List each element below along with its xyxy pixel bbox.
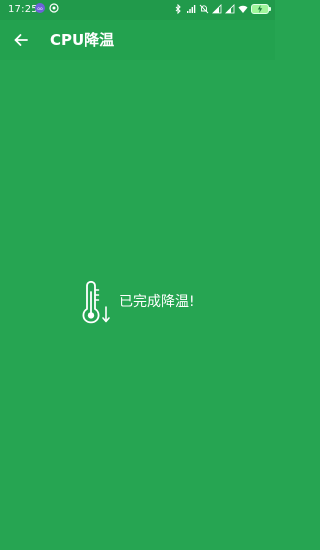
notification-muted-icon — [199, 4, 209, 14]
app-notification-icon: oo — [35, 3, 45, 13]
bluetooth-icon — [175, 4, 181, 14]
arrow-left-icon — [14, 34, 28, 46]
cellular-signal-2-icon — [225, 4, 235, 14]
charging-bolt-icon — [257, 5, 263, 13]
sync-notification-icon — [49, 3, 59, 13]
svg-text:oo: oo — [37, 7, 43, 12]
signal-icon — [187, 5, 196, 13]
back-button[interactable] — [10, 29, 32, 51]
app-bar: CPU降温 — [0, 20, 275, 60]
cooling-complete-status: 已完成降温! — [78, 280, 195, 324]
battery-icon — [251, 4, 271, 14]
status-bar: 17:25 oo — [0, 0, 275, 20]
wifi-icon — [238, 5, 248, 13]
status-time: 17:25 — [8, 4, 38, 15]
main-content: 已完成降温! — [0, 60, 275, 550]
cellular-signal-1-icon — [212, 4, 222, 14]
cooling-complete-message: 已完成降温! — [119, 294, 195, 310]
thermometer-down-icon — [82, 280, 110, 324]
page-title: CPU降温 — [50, 31, 115, 49]
status-icons — [173, 3, 271, 15]
